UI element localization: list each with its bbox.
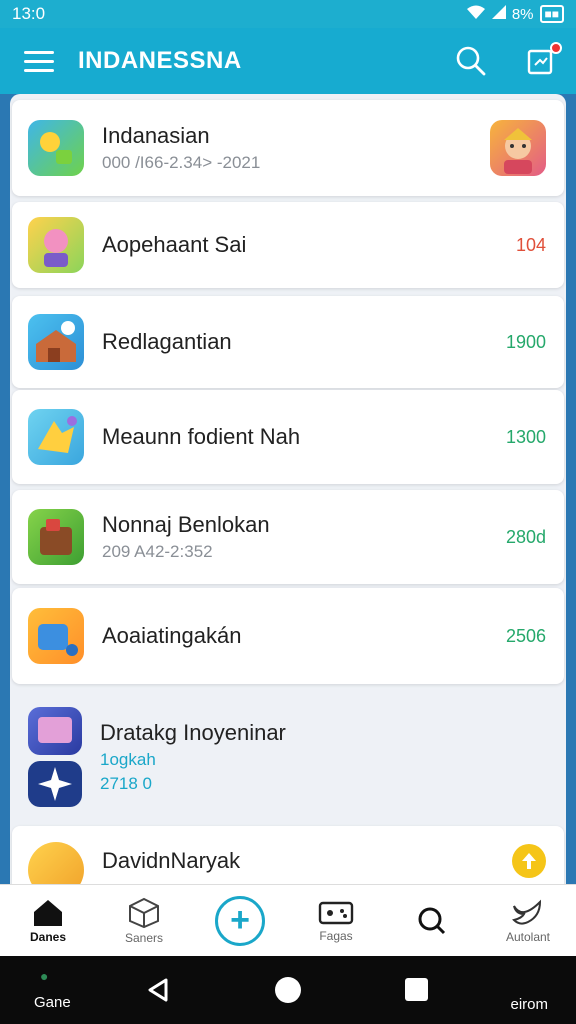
- cube-icon: [129, 897, 159, 928]
- app-icon: [28, 120, 84, 176]
- home-button[interactable]: [275, 977, 301, 1003]
- item-title: Indanasian: [102, 123, 210, 148]
- battery-percent: 8%: [511, 5, 534, 23]
- avatar-icon: [490, 120, 546, 176]
- item-title: DavidnNaryak: [102, 848, 241, 873]
- bottom-navigation: Danes Saners + Fagas Autolant: [0, 884, 576, 956]
- list-item[interactable]: Aoaiatingakán 2506: [12, 588, 564, 684]
- signal-icon: [491, 5, 506, 23]
- item-title: Redlagantian: [102, 329, 232, 354]
- wifi-icon: [466, 4, 486, 24]
- bird-icon: [512, 899, 542, 925]
- nav-servers[interactable]: Saners: [96, 885, 192, 956]
- item-value: 1300: [505, 426, 546, 447]
- hamburger-icon: [24, 51, 54, 72]
- item-subtitle: 209 A42-2:352: [102, 542, 213, 561]
- search-icon: [456, 46, 486, 76]
- item-title: Aopehaant Sai: [102, 232, 247, 257]
- list-item[interactable]: Aopehaant Sai 104: [12, 202, 564, 288]
- app-icon: [28, 509, 84, 565]
- back-icon: [148, 978, 168, 1002]
- page-title: INDANESSNA: [78, 47, 242, 74]
- system-nav-bar: ● Gane eirom: [0, 956, 576, 1024]
- app-icon: [28, 608, 84, 664]
- nav-games[interactable]: Fagas: [288, 885, 384, 956]
- search-button[interactable]: [436, 28, 506, 94]
- item-title: Aoaiatingakán: [102, 623, 242, 648]
- app-bar: INDANESSNA: [0, 28, 576, 94]
- back-button[interactable]: [146, 978, 170, 1007]
- item-title: Meaunn fodient Nah: [102, 424, 301, 449]
- recents-button[interactable]: [405, 978, 428, 1001]
- status-bar: 13:0 8% ■■: [0, 0, 576, 28]
- menu-button[interactable]: [0, 28, 78, 94]
- upload-button[interactable]: [512, 844, 546, 878]
- app-icon: [28, 314, 84, 370]
- item-subtitle: 000 /I66-2.34> -2021: [102, 153, 261, 172]
- item-title: Nonnaj Benlokan: [102, 512, 270, 537]
- battery-icon: ■■: [539, 5, 564, 23]
- list-item[interactable]: Dratakg Inoyeninar 1ogkah 2718 0: [12, 700, 564, 814]
- search-icon: [418, 907, 446, 934]
- list-item[interactable]: Nonnaj Benlokan 209 A42-2:352 280d: [12, 490, 564, 584]
- star-icon: [28, 761, 82, 807]
- item-subtitle: 1ogkah: [100, 750, 156, 769]
- list-item[interactable]: DavidnNaryak: [12, 826, 564, 884]
- nav-add[interactable]: +: [192, 885, 288, 956]
- list-item[interactable]: Indanasian 000 /I66-2.34> -2021: [12, 100, 564, 196]
- list-item[interactable]: Meaunn fodient Nah 1300: [12, 390, 564, 484]
- item-value: 1900: [505, 331, 546, 352]
- nav-search[interactable]: [384, 885, 480, 956]
- app-icon: [28, 707, 82, 755]
- nav-autolant[interactable]: Autolant: [480, 885, 576, 956]
- home-icon: [34, 899, 62, 926]
- app-icon: [28, 409, 84, 465]
- arrow-up-icon: [522, 853, 536, 869]
- gamepad-icon: [318, 901, 354, 924]
- add-icon: +: [215, 895, 265, 946]
- nav-home[interactable]: Danes: [0, 885, 96, 956]
- status-time: 13:0: [12, 4, 46, 23]
- content-area: Indanasian 000 /I66-2.34> -2021 Aopehaan…: [0, 94, 576, 884]
- item-title: Dratakg Inoyeninar: [100, 720, 286, 745]
- item-value: 2506: [505, 625, 546, 646]
- nav-label: Fagas: [319, 928, 353, 943]
- app-icon: [28, 842, 84, 884]
- nav-label: Saners: [124, 930, 164, 945]
- list-item[interactable]: Redlagantian 1900: [12, 296, 564, 388]
- nav-label: Autolant: [505, 929, 551, 944]
- system-left-label: Gane: [34, 994, 71, 1011]
- app-icon: [28, 217, 84, 273]
- nav-label: Danes: [29, 929, 67, 944]
- system-right-label: eirom: [510, 996, 548, 1013]
- notifications-button[interactable]: [506, 28, 576, 94]
- notification-badge: [550, 42, 562, 54]
- item-subtitle-secondary: 2718 0: [100, 774, 152, 793]
- item-value: 280d: [505, 526, 546, 547]
- leaf-icon: ●: [40, 968, 49, 984]
- item-value: 104: [515, 234, 546, 255]
